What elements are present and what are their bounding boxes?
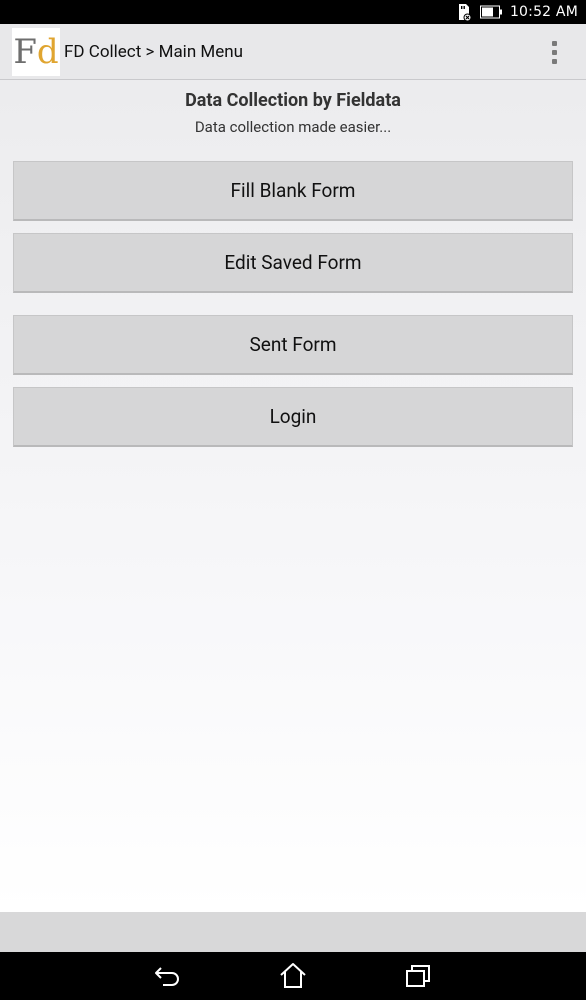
edit-saved-form-button[interactable]: Edit Saved Form <box>13 233 573 293</box>
back-icon[interactable] <box>153 962 183 990</box>
main-menu-content: Data Collection by Fieldata Data collect… <box>0 80 586 912</box>
app-bar-title: FD Collect > Main Menu <box>64 41 244 62</box>
overflow-menu-icon[interactable] <box>542 38 566 66</box>
battery-icon <box>479 5 502 19</box>
logo-letter-d: d <box>36 31 59 72</box>
recent-apps-icon[interactable] <box>404 962 434 990</box>
page-subtitle: Data collection made easier... <box>194 118 392 136</box>
action-bar: Fd FD Collect > Main Menu <box>0 24 586 80</box>
login-button[interactable]: Login <box>13 387 573 447</box>
page-title: Data Collection by Fieldata <box>185 90 401 111</box>
sd-card-icon <box>456 3 472 21</box>
fill-blank-form-button[interactable]: Fill Blank Form <box>13 161 573 221</box>
status-bar: 10:52 AM <box>0 0 586 24</box>
status-clock: 10:52 AM <box>509 4 578 20</box>
navigation-bar <box>0 952 586 1000</box>
app-logo[interactable]: Fd <box>12 27 60 76</box>
home-icon[interactable] <box>278 962 308 990</box>
bottom-strip <box>0 912 586 952</box>
sent-form-button[interactable]: Sent Form <box>13 315 573 375</box>
logo-letter-f: F <box>13 31 37 72</box>
